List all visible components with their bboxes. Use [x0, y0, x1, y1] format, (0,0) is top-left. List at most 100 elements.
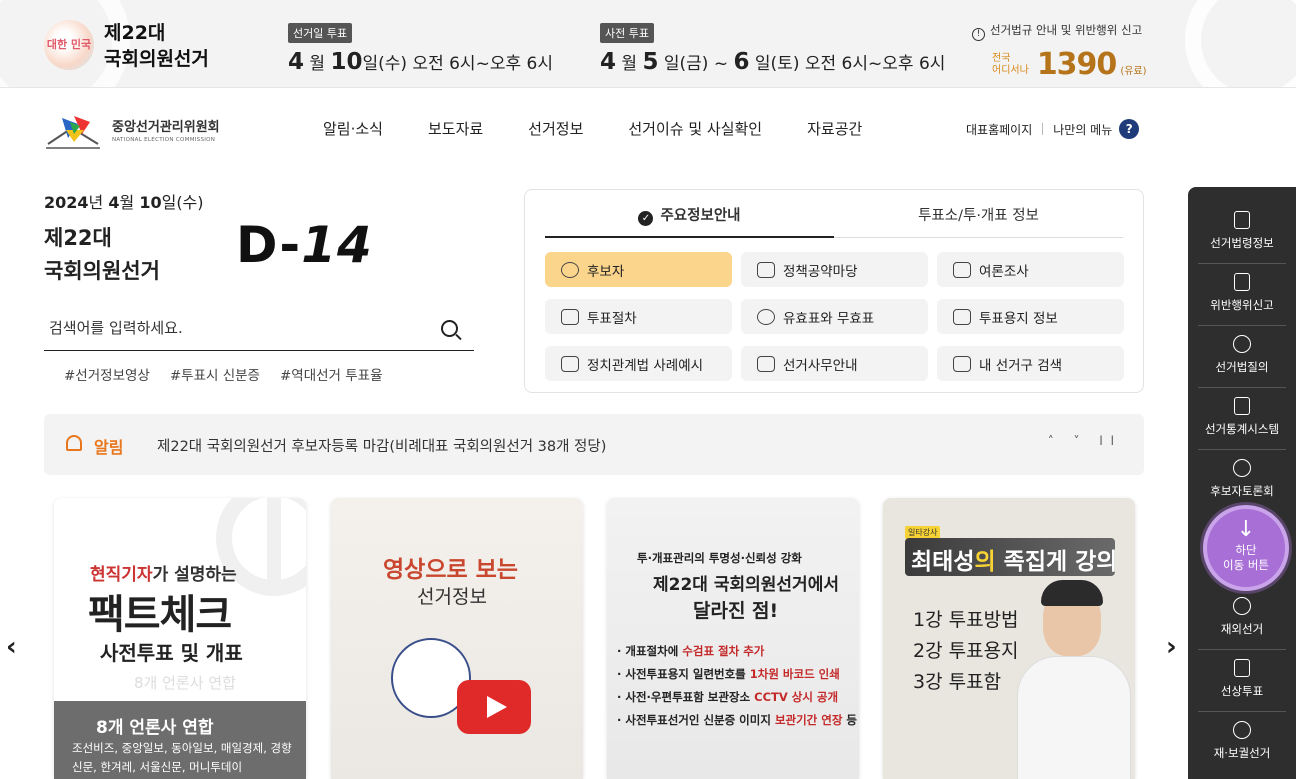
divider: [1198, 449, 1286, 450]
hotline-number: 1390: [1036, 47, 1117, 82]
play-icon: [457, 680, 531, 734]
opinion-poll-button[interactable]: 여론조사: [937, 252, 1124, 287]
site-logo[interactable]: 중앙선거관리위원회 NATIONAL ELECTION COMMISSION: [44, 108, 220, 150]
search-input[interactable]: [44, 308, 424, 348]
early-vote-date: 4 월 5 일(금) ~ 6 일(토) 오전 6시~오후 6시: [600, 49, 946, 75]
search-icon[interactable]: [441, 320, 458, 337]
card-media-footer: 8개 언론사 연합 조선비즈, 중앙일보, 동아일보, 매일경제, 경향신문, …: [54, 701, 306, 779]
candidate-button[interactable]: 후보자: [545, 252, 732, 287]
top-banner: 대한 민국 제22대 국회의원선거 선거일 투표 4 월 10일(수) 오전 6…: [0, 0, 1296, 88]
key-info-panel: ✓ 주요정보안내 투표소/투·개표 정보 후보자 정책공약마당 여론조사 투표절차…: [524, 189, 1144, 393]
hero-date: 2024년 4월 10일(수): [44, 193, 204, 212]
globe-icon: [1233, 597, 1251, 615]
election-badge-logo: 대한 민국: [44, 20, 94, 70]
list-item: · 사전투표용지 일련번호를 1차원 바코드 인쇄: [617, 667, 840, 681]
card-subtitle: 선거정보: [417, 586, 487, 608]
sidebar-item-law-inquiry[interactable]: 선거법질의: [1188, 335, 1296, 375]
location-pin-icon: [1233, 721, 1251, 739]
gnb-menu: 알림·소식 보도자료 선거정보 선거이슈 및 사실확인 자료공간: [323, 118, 907, 139]
chart-icon: [1234, 397, 1250, 415]
media-union-list: 조선비즈, 중앙일보, 동아일보, 매일경제, 경향신문, 한겨레, 서울신문,…: [72, 741, 292, 774]
policy-pledge-button[interactable]: 정책공약마당: [741, 252, 928, 287]
map-icon: [953, 355, 971, 372]
divider: [1198, 387, 1286, 388]
ballot-paper-info-button[interactable]: 투표용지 정보: [937, 299, 1124, 334]
election-affairs-button[interactable]: 선거사무안내: [741, 346, 928, 381]
menu-item-news[interactable]: 알림·소식: [323, 118, 383, 139]
election-day-tag: 선거일 투표: [288, 23, 353, 43]
hotline-info[interactable]: ! 선거법규 안내 및 위반행위 신고 전국 어디서나 1390 (유료): [972, 22, 1147, 82]
check-icon: ✓: [638, 211, 654, 226]
lecture-card[interactable]: 일타강사 최태성의 족집게 강의 1강 투표방법 2강 투표용지 3강 투표함: [883, 498, 1135, 779]
document-icon: [757, 355, 775, 372]
person-icon: [561, 261, 579, 278]
siren-icon: [1234, 273, 1250, 291]
utility-links: 대표홈페이지 나만의 메뉴 ?: [966, 119, 1140, 139]
menu-item-election-info[interactable]: 선거정보: [528, 118, 583, 139]
quick-menu-sidebar: 선거법령정보 위반행위신고 선거법질의 선거통계시스템 후보자토론회 재외선거 …: [1188, 187, 1296, 779]
menu-item-press[interactable]: 보도자료: [428, 118, 483, 139]
banner-title-line2: 국회의원선거: [104, 48, 209, 70]
changes-card[interactable]: 투·개표관리의 투명성·신뢰성 강화 제22대 국회의원선거에서 달라진 점! …: [607, 498, 859, 779]
lecture-list: 1강 투표방법 2강 투표용지 3강 투표함: [913, 609, 1019, 693]
hotline-info-text: ! 선거법규 안내 및 위반행위 신고: [972, 22, 1147, 41]
search-bar: [44, 308, 474, 351]
hashtag-link[interactable]: #역대선거 투표율: [280, 364, 383, 384]
help-icon[interactable]: ?: [1119, 119, 1140, 139]
carousel-prev-button[interactable]: ‹: [6, 632, 17, 662]
hotline-small-label: 전국 어디서나: [992, 52, 1029, 76]
notice-text[interactable]: 제22대 국회의원선거 후보자등록 마감(비례대표 국회의원선거 38개 정당): [157, 435, 606, 456]
notice-label: 알림: [94, 438, 124, 457]
main-homepage-link[interactable]: 대표홈페이지: [966, 121, 1032, 138]
menu-item-archive[interactable]: 자료공간: [807, 118, 862, 139]
hashtag-link[interactable]: #투표시 신분증: [170, 364, 260, 384]
changes-list: · 개표절차에 수검표 절차 추가 · 사전투표용지 일련번호를 1차원 바코드…: [617, 640, 857, 732]
divider: [1042, 123, 1044, 135]
tab-polling-station-info[interactable]: 투표소/투·개표 정보: [834, 204, 1123, 237]
sidebar-item-statistics[interactable]: 선거통계시스템: [1188, 397, 1296, 437]
notice-bar: 알림 제22대 국회의원선거 후보자등록 마감(비례대표 국회의원선거 38개 …: [44, 414, 1144, 475]
election-day-info: 선거일 투표 4 월 10일(수) 오전 6시~오후 6시: [288, 22, 553, 75]
political-law-cases-button[interactable]: 정치관계법 사례예시: [545, 346, 732, 381]
d-day-counter: D-14: [236, 216, 373, 274]
info-tabs: ✓ 주요정보안내 투표소/투·개표 정보: [545, 204, 1123, 238]
ship-icon: [1234, 659, 1250, 677]
list-item: · 사전·우편투표함 보관장소 CCTV 상시 공개: [617, 690, 839, 704]
my-menu-link[interactable]: 나만의 메뉴: [1053, 121, 1112, 138]
hashtag-link[interactable]: #선거정보영상: [64, 364, 150, 384]
valid-invalid-ballot-button[interactable]: 유효표와 무효표: [741, 299, 928, 334]
notice-controls[interactable]: ˄ ˅ ll: [1048, 434, 1122, 448]
sidebar-item-violation-report[interactable]: 위반행위신고: [1188, 273, 1296, 313]
card-title: 팩트체크: [88, 592, 232, 638]
checklist-icon: [561, 308, 579, 325]
info-button-grid: 후보자 정책공약마당 여론조사 투표절차 유효표와 무효표 투표용지 정보 정치…: [545, 252, 1124, 381]
document-icon: [1234, 211, 1250, 229]
logo-name-en: NATIONAL ELECTION COMMISSION: [112, 136, 216, 143]
banner-election-title: 제22대 국회의원선거: [104, 20, 209, 72]
carousel-next-button[interactable]: ›: [1166, 632, 1177, 662]
hero-election-name: 제22대 국회의원선거: [44, 226, 160, 283]
list-item: · 개표절차에 수검표 절차 추가: [617, 644, 765, 658]
sidebar-item-debate[interactable]: 후보자토론회: [1188, 459, 1296, 499]
media-union-title: 8개 언론사 연합: [96, 718, 214, 738]
list-item: · 사전투표선거인 신분증 이미지 보관기간 연장 등: [617, 713, 858, 727]
voting-procedure-button[interactable]: 투표절차: [545, 299, 732, 334]
sidebar-item-ship-vote[interactable]: 선상투표: [1188, 659, 1296, 699]
banner-title-line1: 제22대: [104, 22, 166, 44]
video-info-card[interactable]: 영상으로 보는 선거정보: [331, 498, 583, 779]
card-subtitle2: 사전투표 및 개표: [100, 641, 243, 665]
go-to-bottom-button[interactable]: ↓ 하단 이동 버튼: [1203, 505, 1289, 591]
hashtag-list: #선거정보영상 #투표시 신분증 #역대선거 투표율: [64, 364, 403, 384]
sidebar-item-overseas-vote[interactable]: 재외선거: [1188, 597, 1296, 637]
gavel-icon: [561, 355, 579, 372]
sidebar-item-by-election[interactable]: 재·보궐선거: [1188, 721, 1296, 761]
fact-check-card[interactable]: 현직기자가 설명하는 팩트체크 사전투표 및 개표 8개 언론사 연합 8개 언…: [54, 498, 306, 779]
ballot-icon: [953, 308, 971, 325]
sidebar-item-election-law[interactable]: 선거법령정보: [1188, 211, 1296, 251]
menu-item-issues[interactable]: 선거이슈 및 사실확인: [628, 118, 762, 139]
megaphone-icon: [757, 261, 775, 278]
divider: [1198, 263, 1286, 264]
my-district-search-button[interactable]: 내 선거구 검색: [937, 346, 1124, 381]
hotline-fee: (유료): [1120, 66, 1147, 77]
tab-key-info[interactable]: ✓ 주요정보안내: [545, 204, 834, 238]
